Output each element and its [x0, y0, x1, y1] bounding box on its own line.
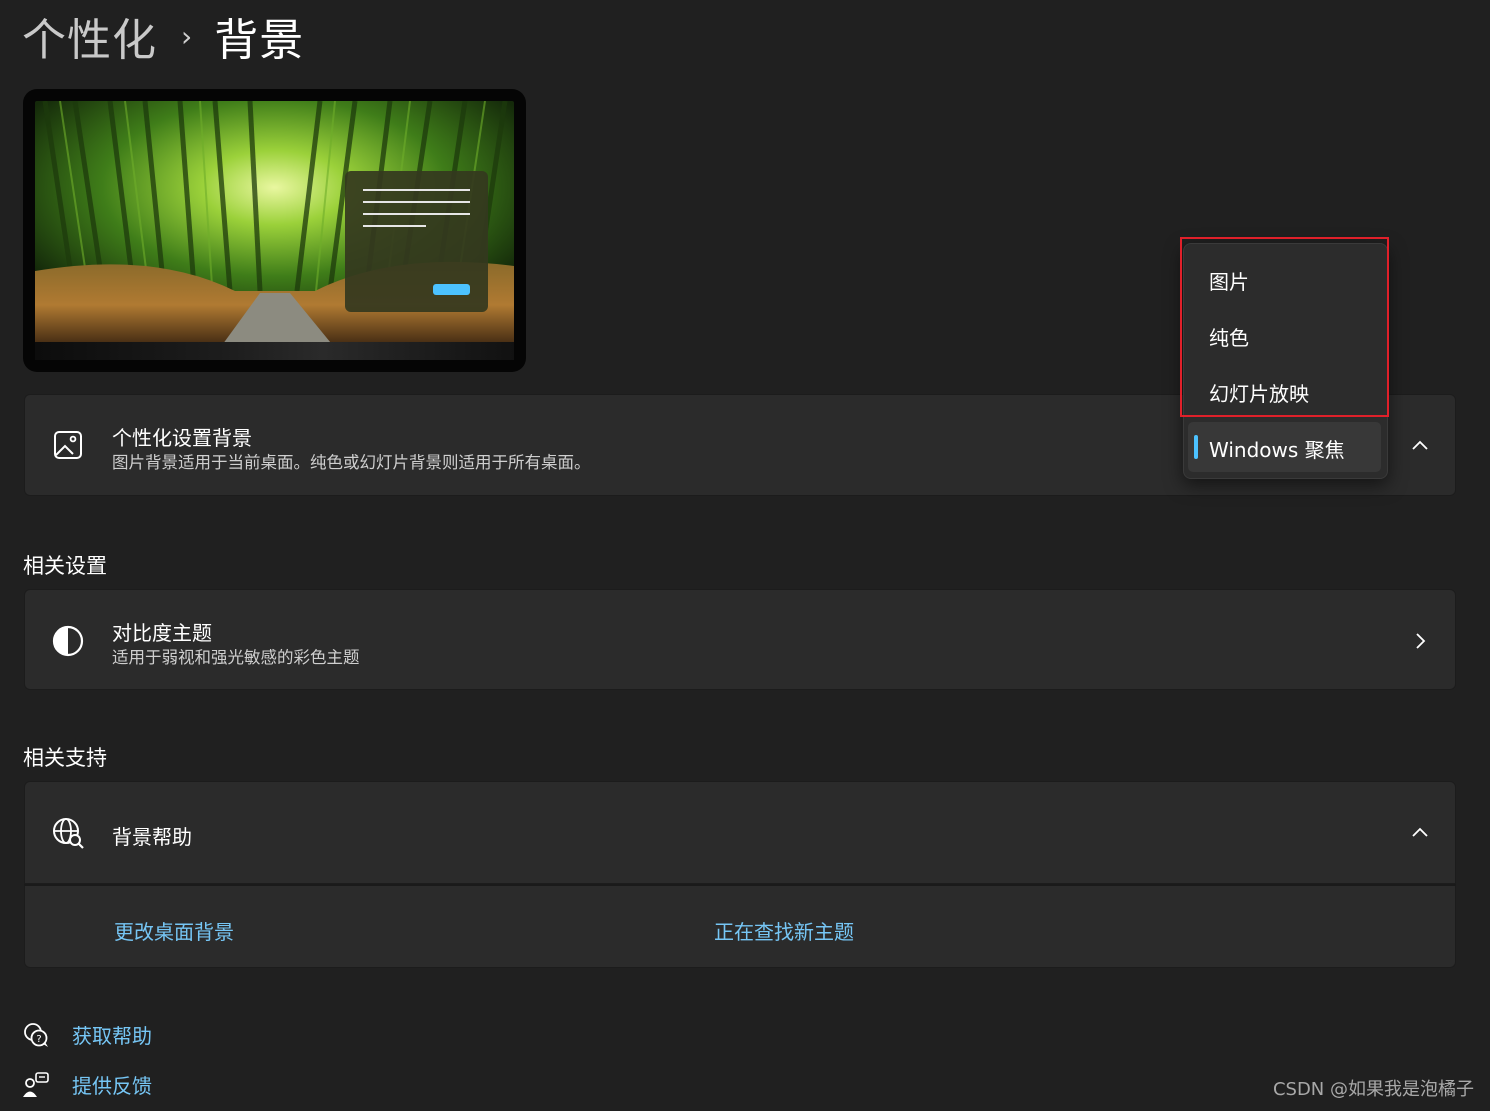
image-icon: [54, 431, 82, 459]
card-title: 个性化设置背景: [112, 426, 252, 450]
feedback-icon: [23, 1071, 49, 1097]
help-chat-icon: ?: [24, 1022, 48, 1047]
chevron-up-icon[interactable]: [1411, 437, 1429, 455]
link-change-desktop-background[interactable]: 更改桌面背景: [114, 916, 234, 945]
desktop-preview: [23, 89, 526, 372]
preview-taskbar: [35, 342, 514, 360]
breadcrumb-parent[interactable]: 个性化: [22, 4, 157, 68]
window-preview-button: [433, 284, 470, 295]
annotation-highlight-box: [1180, 237, 1389, 417]
watermark: CSDN @如果我是泡橘子: [1272, 1079, 1474, 1100]
get-help-label: 获取帮助: [72, 1024, 152, 1048]
link-finding-new-themes[interactable]: 正在查找新主题: [714, 916, 854, 945]
get-help-link[interactable]: ? 获取帮助: [22, 1020, 152, 1049]
window-preview-line: [363, 189, 470, 191]
card-subtitle: 图片背景适用于当前桌面。纯色或幻灯片背景则适用于所有桌面。: [112, 453, 591, 472]
window-preview-line: [363, 225, 426, 227]
breadcrumb: 个性化 › 背景: [22, 6, 304, 66]
section-heading-related-settings: 相关设置: [23, 554, 107, 578]
background-help-links: 更改桌面背景 正在查找新主题: [24, 884, 1456, 968]
contrast-icon: [52, 625, 84, 657]
settings-page: 个性化 › 背景 个性化设置背景 图片背景适用于当前桌面。纯色或幻灯片背景则适用…: [0, 0, 1490, 1111]
breadcrumb-separator: ›: [181, 19, 193, 53]
feedback-link[interactable]: 提供反馈: [22, 1070, 152, 1099]
page-title: 背景: [214, 15, 305, 66]
dropdown-option-selected[interactable]: Windows 聚焦: [1188, 422, 1381, 472]
globe-search-icon: [53, 818, 84, 849]
feedback-label: 提供反馈: [72, 1074, 152, 1098]
card-title: 对比度主题: [112, 621, 212, 645]
chevron-up-icon[interactable]: [1411, 824, 1429, 842]
background-help-card[interactable]: 背景帮助: [24, 781, 1456, 884]
dropdown-option-windows-spotlight: Windows 聚焦: [1209, 438, 1345, 462]
window-preview: [345, 171, 488, 312]
selection-indicator: [1194, 435, 1198, 459]
contrast-theme-card[interactable]: 对比度主题 适用于弱视和强光敏感的彩色主题: [24, 589, 1456, 690]
window-preview-line: [363, 201, 470, 203]
chevron-right-icon: [1416, 633, 1426, 649]
section-heading-related-support: 相关支持: [23, 746, 107, 770]
card-subtitle: 适用于弱视和强光敏感的彩色主题: [112, 648, 360, 667]
window-preview-line: [363, 213, 470, 215]
svg-text:?: ?: [36, 1034, 41, 1045]
card-title: 背景帮助: [112, 825, 192, 849]
